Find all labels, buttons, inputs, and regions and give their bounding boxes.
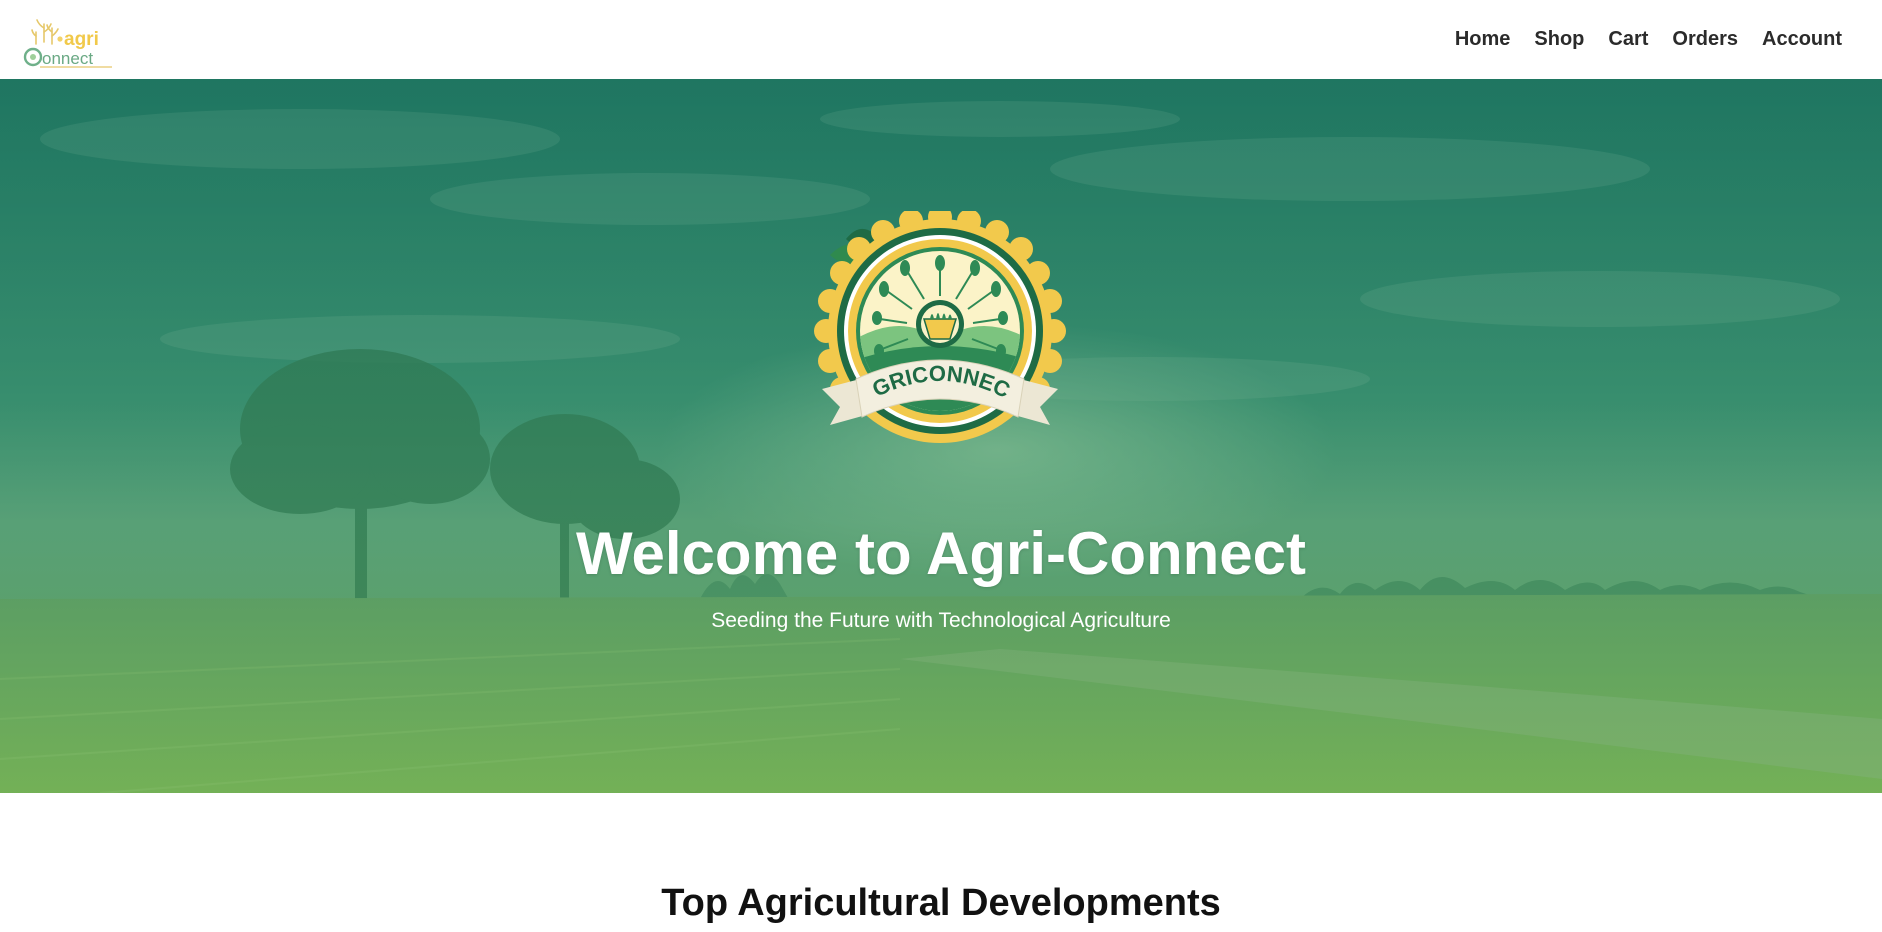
- hero-subtitle: Seeding the Future with Technological Ag…: [711, 609, 1171, 632]
- agri-connect-logo-icon: agri onnect: [23, 18, 112, 68]
- nav-home-link[interactable]: Home: [1443, 0, 1523, 79]
- nav-shop-link[interactable]: Shop: [1522, 0, 1596, 79]
- hero-banner: AGRICONNECT Welcome to Agri-Connect Seed…: [0, 79, 1882, 793]
- main-nav: Home Shop Cart Orders Account: [1443, 0, 1842, 79]
- developments-section-title: Top Agricultural Developments: [661, 882, 1221, 924]
- hero-title: Welcome to Agri-Connect: [575, 520, 1307, 587]
- svg-text:agri: agri: [64, 29, 99, 50]
- brand-logo[interactable]: agri onnect: [22, 12, 114, 68]
- agriconnect-emblem: AGRICONNECT: [812, 211, 1068, 461]
- nav-orders-link[interactable]: Orders: [1660, 0, 1750, 79]
- emblem-badge-icon: AGRICONNECT: [812, 211, 1066, 443]
- nav-cart-link[interactable]: Cart: [1596, 0, 1660, 79]
- site-header: agri onnect Home Shop Cart Orders Accoun…: [0, 0, 1882, 79]
- svg-text:onnect: onnect: [42, 49, 93, 68]
- nav-account-link[interactable]: Account: [1750, 0, 1842, 79]
